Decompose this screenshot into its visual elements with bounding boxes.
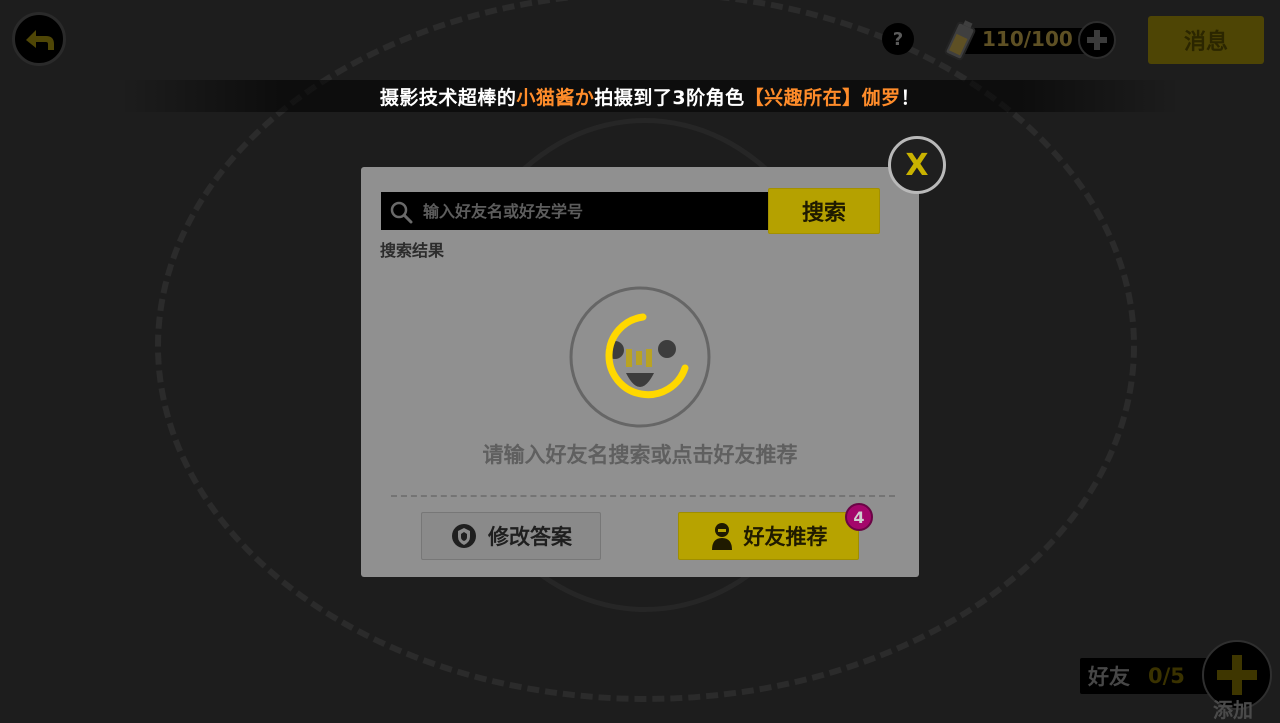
empty-hint-text: 请输入好友名搜索或点击好友推荐	[482, 443, 798, 467]
announcement-user-name: 小猫酱か	[516, 86, 595, 109]
friend-recommend-button[interactable]: 好友推荐	[678, 512, 859, 560]
notification-badge: 4	[845, 503, 873, 531]
edit-answer-button[interactable]: 修改答案	[421, 512, 601, 560]
edit-answer-label: 修改答案	[488, 525, 572, 549]
announcement-text-1: 摄影技术超棒的	[379, 86, 517, 109]
friends-count: 0/5	[1148, 664, 1185, 688]
battery-icon	[944, 20, 976, 61]
shield-icon	[452, 524, 476, 548]
close-icon: X	[905, 147, 929, 183]
back-button[interactable]	[12, 12, 66, 66]
help-button[interactable]: ?	[882, 23, 914, 55]
energy-meter: 110/100	[942, 20, 1118, 61]
energy-add-button[interactable]	[1078, 21, 1116, 59]
plus-icon	[1087, 30, 1107, 50]
add-friend-dialog: 搜索 搜索结果 请输入好友名搜索或点击好友推荐 修改答案 好友推荐 4	[361, 167, 919, 577]
loading-face-icon	[569, 286, 711, 428]
announcement-text-3: ！	[900, 86, 921, 109]
friends-label: 好友	[1088, 665, 1130, 689]
search-bar	[381, 192, 773, 230]
add-friend-label: 添加	[1213, 698, 1253, 722]
announcement-marquee: 摄影技术超棒的 小猫酱か 拍摄到了3阶角色 【兴趣所在】伽罗！	[120, 80, 1180, 112]
close-button[interactable]: X	[888, 136, 946, 194]
search-results-label: 搜索结果	[380, 241, 445, 260]
person-icon	[711, 523, 732, 550]
help-icon: ?	[892, 28, 904, 50]
back-arrow-icon	[26, 30, 54, 50]
energy-value: 110/100	[982, 27, 1073, 51]
plus-icon	[1217, 655, 1257, 695]
announcement-text-2: 拍摄到了3阶角色	[594, 86, 745, 109]
friends-count-bar: 好友 0/5	[1080, 658, 1220, 694]
search-button[interactable]: 搜索	[768, 188, 880, 234]
divider	[391, 495, 895, 497]
announcement-character-name: 【兴趣所在】伽罗	[744, 86, 901, 109]
messages-button[interactable]: 消息	[1148, 16, 1264, 64]
search-icon	[390, 201, 413, 224]
friend-recommend-label: 好友推荐	[743, 525, 828, 549]
friend-search-input[interactable]	[423, 192, 763, 230]
